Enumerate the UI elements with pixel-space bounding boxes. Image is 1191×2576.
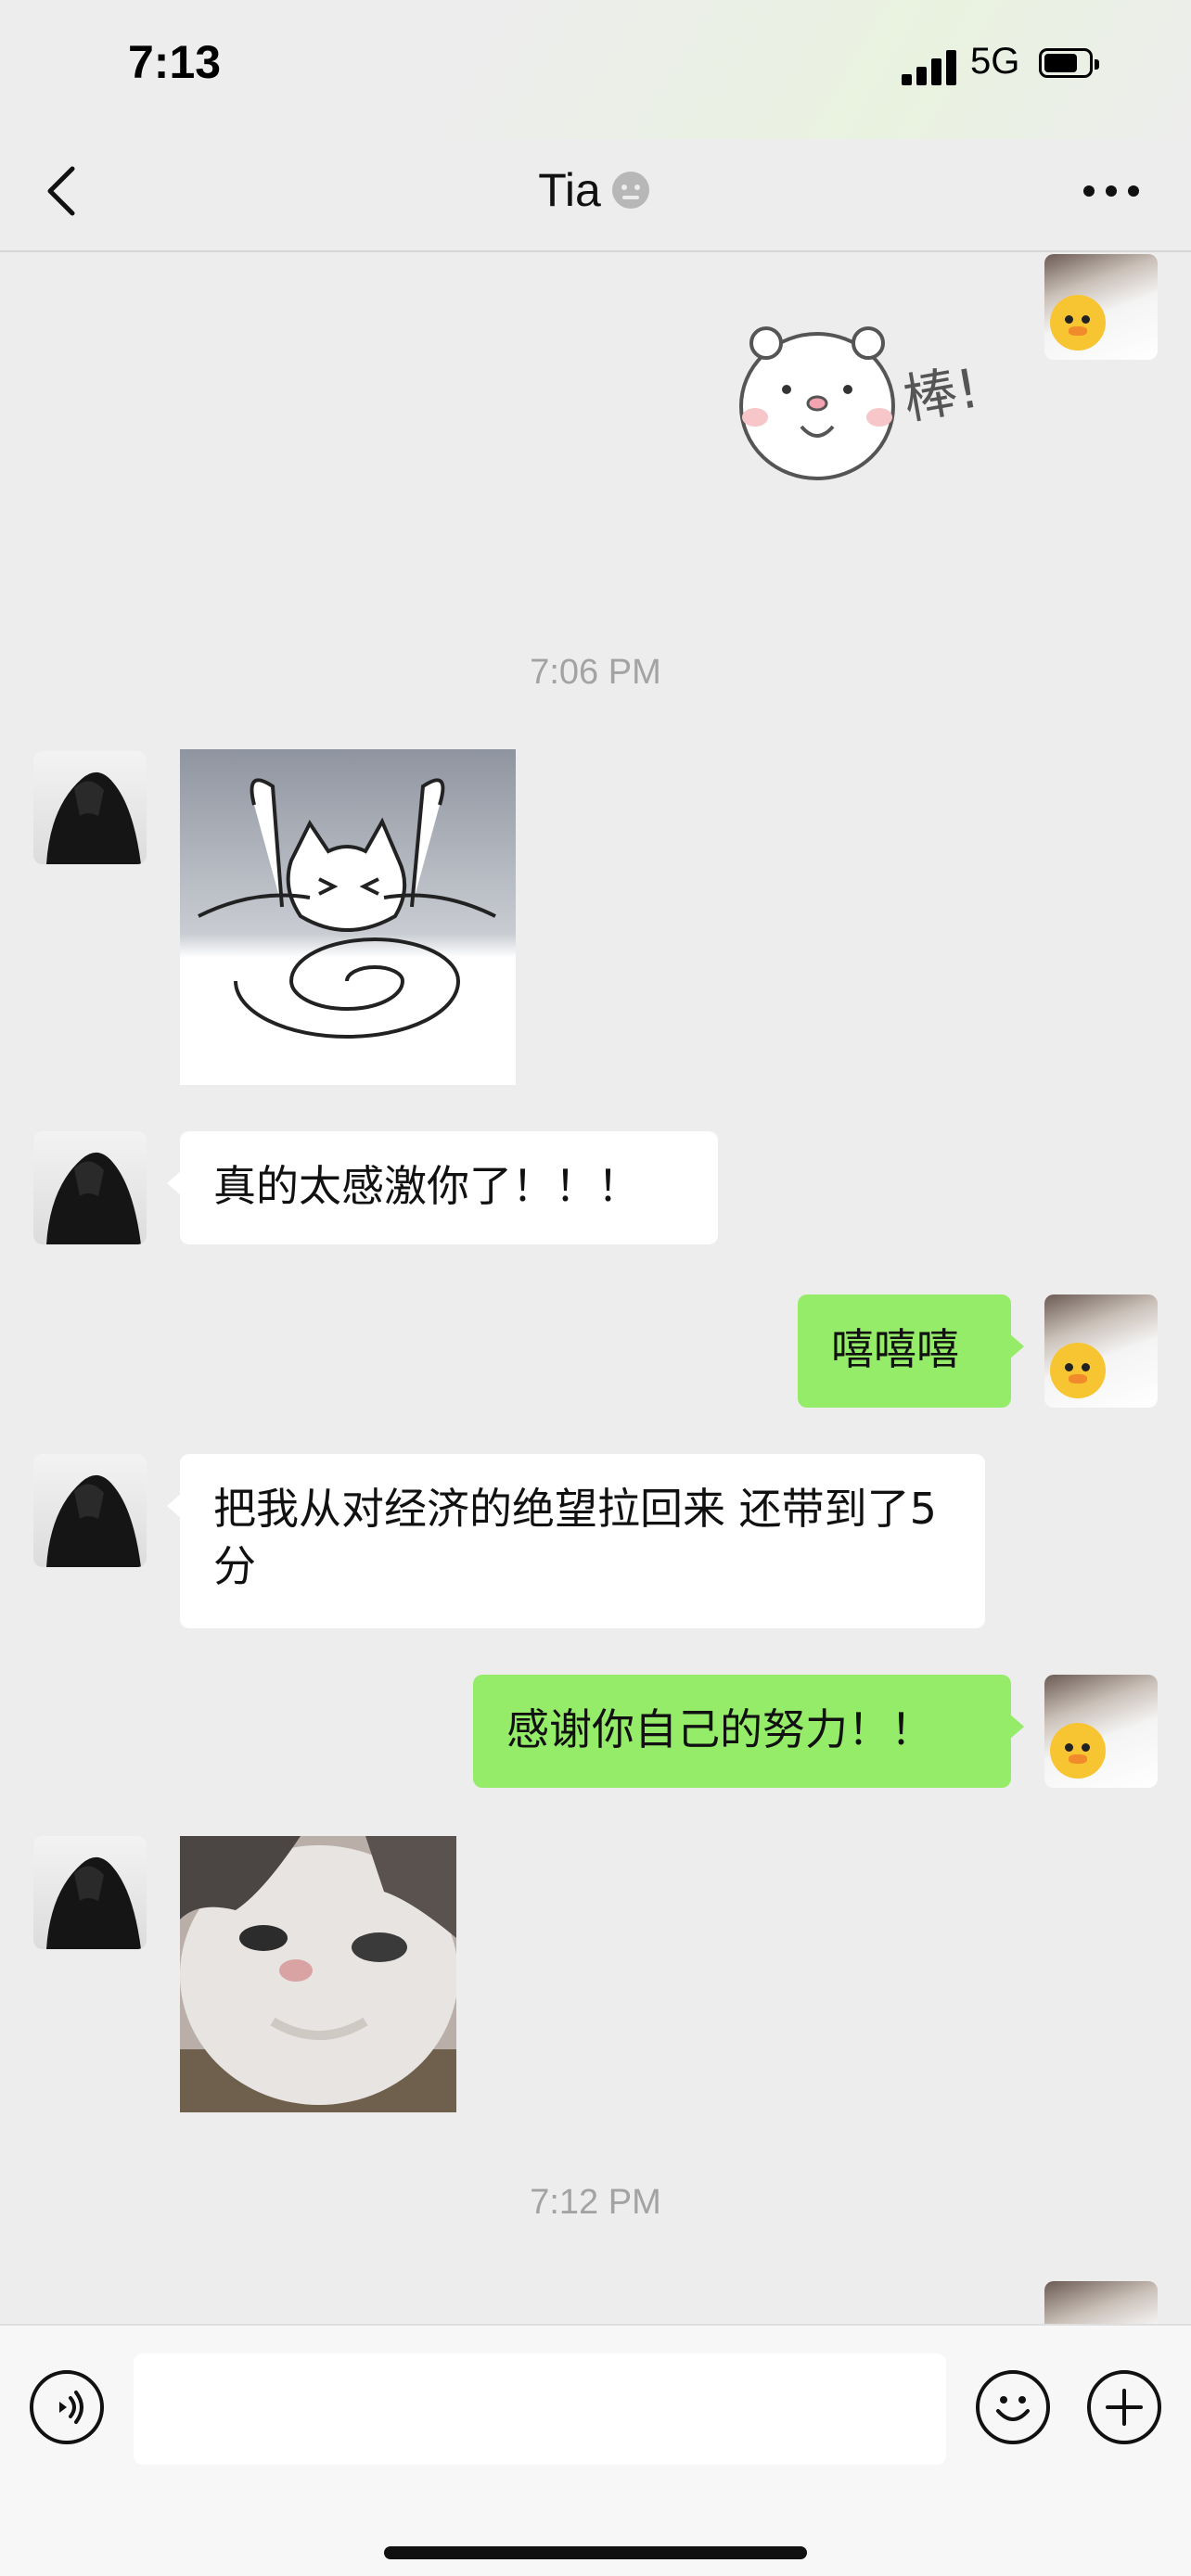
hooded-person-avatar-icon: [46, 1152, 141, 1244]
hooded-person-avatar-icon: [46, 772, 141, 864]
status-bar: 7:13 5G: [0, 0, 1191, 139]
emoji-icon: [996, 2396, 1030, 2421]
timestamp: 7:06 PM: [530, 653, 661, 692]
chat-messages[interactable]: 棒! 7:06 PM 真的太感激你了！！！ 嘻嘻嘻 把我从对经济的绝望拉回来 还…: [0, 254, 1191, 2324]
message-text: 把我从对经济的绝望拉回来 还带到了5分: [213, 1484, 937, 1591]
voice-input-button[interactable]: [30, 2370, 104, 2444]
status-time: 7:13: [128, 36, 222, 88]
contact-name: Tia: [538, 164, 601, 216]
sticker-text: 棒!: [899, 356, 984, 431]
message-text: 真的太感激你了！！！: [213, 1161, 640, 1211]
timestamp: 7:12 PM: [530, 2183, 661, 2222]
voice-input-icon: [59, 2391, 83, 2424]
my-avatar[interactable]: [1044, 1675, 1158, 1788]
my-avatar[interactable]: [1044, 254, 1158, 360]
received-message-bubble[interactable]: 把我从对经济的绝望拉回来 还带到了5分: [167, 1454, 985, 1628]
hooded-person-avatar-icon: [46, 1856, 141, 1949]
hooded-person-avatar-icon: [46, 1474, 141, 1567]
chat-title: Tia: [0, 163, 1191, 217]
bear-praise-sticker[interactable]: 棒!: [729, 315, 998, 501]
received-message-bubble[interactable]: 真的太感激你了！！！: [167, 1131, 718, 1244]
my-avatar[interactable]: [1044, 1294, 1158, 1408]
message-text: 嘻嘻嘻: [831, 1324, 959, 1374]
duck-avatar-icon: [1050, 1723, 1106, 1779]
sent-message-bubble[interactable]: 感谢你自己的努力！！: [473, 1675, 1024, 1788]
home-indicator: [384, 2546, 807, 2559]
contact-avatar[interactable]: [33, 1836, 147, 1949]
more-functions-button[interactable]: [1087, 2370, 1161, 2444]
network-type: 5G: [970, 41, 1020, 82]
contact-avatar[interactable]: [33, 751, 147, 864]
message-text: 感谢你自己的努力！！: [506, 1704, 933, 1754]
contact-avatar[interactable]: [33, 1454, 147, 1567]
emoji-button[interactable]: [976, 2370, 1050, 2444]
my-avatar[interactable]: [1044, 2281, 1158, 2324]
contact-avatar[interactable]: [33, 1131, 147, 1244]
more-options-button[interactable]: [1083, 185, 1139, 200]
signal-strength-icon: [902, 48, 957, 85]
more-options-icon: [1083, 185, 1095, 197]
crying-cat-sticker[interactable]: [180, 749, 516, 1085]
plus-icon: [1106, 2389, 1143, 2426]
cat-photo[interactable]: [180, 1836, 456, 2112]
duck-avatar-icon: [1050, 295, 1106, 351]
message-input[interactable]: [134, 2353, 946, 2465]
sent-message-bubble[interactable]: 嘻嘻嘻: [798, 1294, 1024, 1408]
duck-avatar-icon: [1050, 1343, 1106, 1398]
battery-icon: [1039, 48, 1099, 78]
input-bar: [0, 2324, 1191, 2576]
nav-bar: Tia: [0, 139, 1191, 252]
muted-notification-icon: [611, 172, 649, 209]
